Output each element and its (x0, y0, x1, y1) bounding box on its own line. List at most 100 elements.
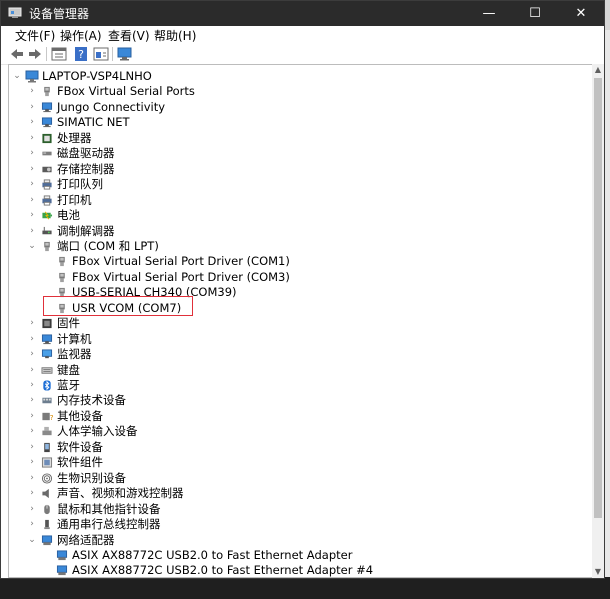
chevron-right-icon[interactable]: › (27, 424, 37, 439)
tree-device[interactable]: ASIX AX88772C USB2.0 to Fast Ethernet Ad… (9, 548, 589, 563)
menu-view[interactable]: 查看(V) (108, 27, 150, 44)
chevron-right-icon[interactable]: › (27, 208, 37, 223)
tree-category[interactable]: › 软件组件 (9, 455, 589, 470)
tree-category[interactable]: › 打印机 (9, 193, 589, 208)
scroll-up-icon[interactable]: ▲ (592, 64, 604, 76)
maximize-button[interactable]: ☐ (512, 1, 558, 26)
device-tree[interactable]: ⌄ LAPTOP-VSP4LNHO › FBox Virtual Serial P… (8, 64, 593, 578)
chevron-down-icon[interactable]: ⌄ (27, 239, 37, 254)
firmware-icon (42, 319, 52, 329)
chevron-right-icon[interactable]: › (27, 224, 37, 239)
chevron-right-icon[interactable]: › (27, 347, 37, 362)
port-icon (44, 87, 50, 97)
chevron-right-icon[interactable]: › (27, 131, 37, 146)
chevron-right-icon[interactable]: › (27, 471, 37, 486)
modem-icon (42, 226, 52, 234)
title-bar[interactable]: 设备管理器 — ☐ ✕ (1, 1, 604, 26)
tree-category[interactable]: › 键盘 (9, 363, 589, 378)
tree-category[interactable]: › 监视器 (9, 347, 589, 362)
monitor-scan-icon[interactable] (117, 46, 133, 62)
tree-category[interactable]: › 电池 (9, 208, 589, 223)
tree-device[interactable]: FBox Virtual Serial Port Driver (COM3) (9, 270, 589, 285)
chevron-right-icon[interactable]: › (27, 486, 37, 501)
tree-category[interactable]: › 生物识别设备 (9, 471, 589, 486)
chevron-right-icon[interactable]: › (27, 393, 37, 408)
back-icon[interactable] (9, 46, 25, 62)
tree-category[interactable]: › 存储控制器 (9, 162, 589, 177)
tree-category[interactable]: › 蓝牙 (9, 378, 589, 393)
help-icon[interactable]: ? (73, 46, 89, 62)
minimize-button[interactable]: — (466, 1, 512, 26)
software-component-icon (41, 457, 53, 468)
properties-grid-icon[interactable] (51, 46, 67, 62)
toolbar-separator (46, 47, 47, 61)
chevron-right-icon[interactable]: › (27, 84, 37, 99)
tree-device[interactable]: FBox Virtual Serial Port Driver (COM1) (9, 254, 589, 269)
tree-category[interactable]: › 打印队列 (9, 177, 589, 192)
tree-item-label: ASIX AX88772C USB2.0 to Fast Ethernet Ad… (72, 563, 374, 578)
chevron-right-icon[interactable]: › (27, 332, 37, 347)
tree-category[interactable]: › FBox Virtual Serial Ports (9, 84, 589, 99)
tree-category[interactable]: › Jungo Connectivity (9, 100, 589, 115)
chevron-right-icon[interactable]: › (27, 517, 37, 532)
chevron-right-icon[interactable]: › (27, 363, 37, 378)
tree-category[interactable]: › 固件 (9, 316, 589, 331)
chevron-right-icon[interactable]: › (27, 316, 37, 331)
chevron-right-icon[interactable]: › (27, 100, 37, 115)
tree-category[interactable]: › SIMATIC NET (9, 115, 589, 130)
chevron-right-icon[interactable]: › (27, 455, 37, 470)
chevron-right-icon[interactable]: › (27, 177, 37, 192)
tree-item-label: 生物识别设备 (57, 470, 126, 485)
tree-device[interactable]: ASIX AX88772C USB2.0 to Fast Ethernet Ad… (9, 563, 589, 578)
window-title: 设备管理器 (29, 7, 90, 21)
scroll-down-icon[interactable]: ▼ (592, 566, 604, 578)
storage-controller-icon (42, 166, 52, 172)
tree-category[interactable]: ⌄ 端口 (COM 和 LPT) (9, 239, 589, 254)
tree-item-label: 打印队列 (57, 177, 103, 192)
tree-category[interactable]: › 鼠标和其他指针设备 (9, 502, 589, 517)
tree-item-label: 键盘 (57, 362, 80, 377)
chevron-right-icon[interactable]: › (27, 115, 37, 130)
computer-icon (41, 334, 53, 344)
tree-category[interactable]: › 声音、视频和游戏控制器 (9, 486, 589, 501)
view-icon[interactable] (93, 46, 109, 62)
chevron-down-icon[interactable]: ⌄ (12, 69, 22, 84)
tree-item-label: 计算机 (57, 331, 92, 346)
menu-action[interactable]: 操作(A) (60, 27, 102, 44)
tree-root-label: LAPTOP-VSP4LNHO (42, 69, 152, 83)
chevron-right-icon[interactable]: › (27, 378, 37, 393)
tree-item-label: SIMATIC NET (57, 115, 130, 130)
software-device-icon (44, 442, 50, 452)
keyboard-icon (41, 366, 53, 374)
tree-category[interactable]: › 磁盘驱动器 (9, 146, 589, 161)
tree-category[interactable]: › 内存技术设备 (9, 393, 589, 408)
tree-category[interactable]: › 通用串行总线控制器 (9, 517, 589, 532)
annotation-highlight-box (43, 296, 193, 316)
close-button[interactable]: ✕ (558, 1, 604, 26)
vertical-scrollbar[interactable]: ▲ ▼ (592, 64, 604, 578)
monitor-icon (41, 349, 53, 359)
tree-category[interactable]: › 计算机 (9, 332, 589, 347)
chevron-right-icon[interactable]: › (27, 162, 37, 177)
tree-item-label: 磁盘驱动器 (57, 146, 115, 161)
tree-item-label: FBox Virtual Serial Port Driver (COM1) (72, 254, 290, 269)
battery-icon (42, 211, 53, 220)
chevron-right-icon[interactable]: › (27, 409, 37, 424)
tree-category[interactable]: ⌄ 网络适配器 (9, 533, 589, 548)
scrollbar-thumb[interactable] (594, 78, 602, 518)
tree-category[interactable]: › 处理器 (9, 131, 589, 146)
chevron-right-icon[interactable]: › (27, 146, 37, 161)
menu-help[interactable]: 帮助(H) (154, 27, 196, 44)
menu-file[interactable]: 文件(F) (15, 27, 55, 44)
tree-category[interactable]: › 调制解调器 (9, 224, 589, 239)
tree-category[interactable]: › 人体学输入设备 (9, 424, 589, 439)
tree-item-label: 固件 (57, 316, 80, 331)
chevron-right-icon[interactable]: › (27, 193, 37, 208)
chevron-right-icon[interactable]: › (27, 440, 37, 455)
tree-category[interactable]: › 软件设备 (9, 440, 589, 455)
forward-icon[interactable] (27, 46, 43, 62)
tree-category[interactable]: ›? 其他设备 (9, 409, 589, 424)
chevron-down-icon[interactable]: ⌄ (27, 533, 37, 548)
tree-root[interactable]: ⌄ LAPTOP-VSP4LNHO (9, 69, 589, 84)
chevron-right-icon[interactable]: › (27, 502, 37, 517)
